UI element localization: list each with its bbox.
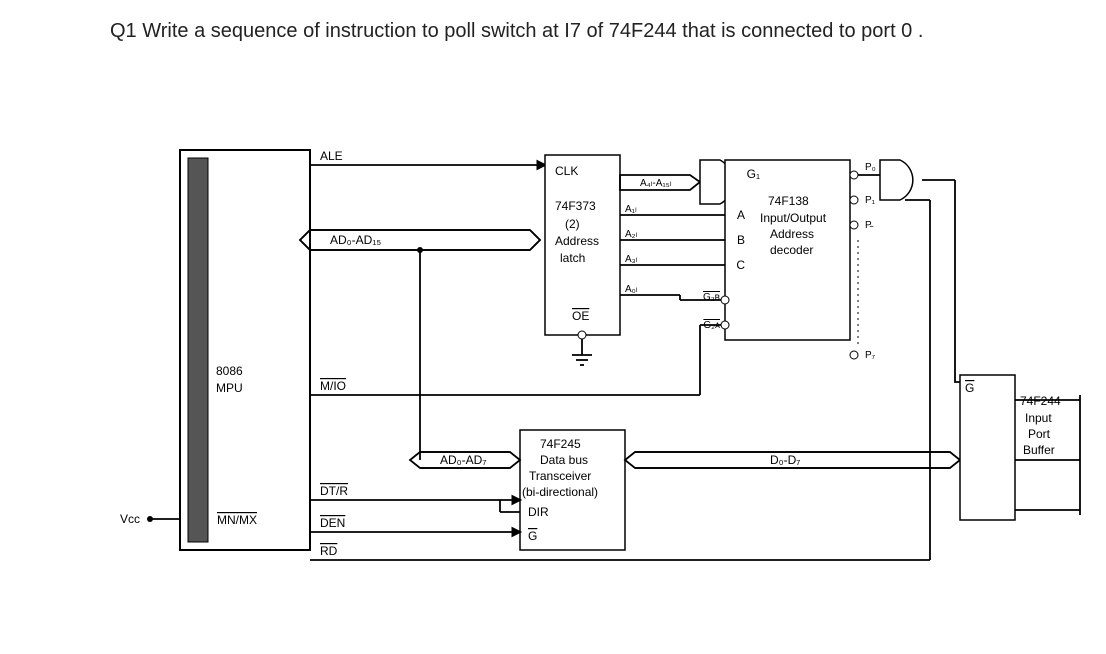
trx-name: 74F245 <box>540 437 581 451</box>
p0-label: P₀ <box>865 162 876 173</box>
dec-name: 74F138 <box>768 194 809 208</box>
buffer-block: G 74F244 Input Port Buffer <box>960 375 1080 520</box>
ad-lo-label: AD₀-AD₇ <box>440 453 486 467</box>
buf-g: G <box>965 381 974 395</box>
buf-desc2: Port <box>1028 427 1051 441</box>
transceiver-block: 74F245 Data bus Transceiver (bi-directio… <box>520 430 625 550</box>
p0-gate <box>858 160 960 382</box>
mnmx-label: MN/MX <box>217 513 257 527</box>
dec-b: B <box>737 233 745 247</box>
trx-desc1: Data bus <box>540 453 588 467</box>
rd-label: RD <box>320 544 338 558</box>
a1-label: A₁ₗ <box>625 204 637 215</box>
trx-g: G <box>528 529 537 543</box>
buf-desc1: Input <box>1025 411 1052 425</box>
mpu-label-2: MPU <box>216 381 243 395</box>
circuit-diagram: 8086 MPU Vcc MN/MX ALE AD₀-AD₁₅ <box>0 0 1106 654</box>
buf-name: 74F244 <box>1020 394 1061 408</box>
d-bus: D₀-D₇ <box>625 452 960 468</box>
latch-clk: CLK <box>555 164 578 178</box>
mio-wire: M/IO <box>310 325 721 395</box>
trx-desc3: (bi-directional) <box>522 485 598 499</box>
px-label: P̵ <box>865 220 874 231</box>
mpu-label-1: 8086 <box>216 364 243 378</box>
a3-label: A₃ₗ <box>625 254 638 265</box>
den-label: DEN <box>320 516 345 530</box>
latch-desc2: latch <box>560 251 585 265</box>
vcc-label: Vcc <box>120 512 140 526</box>
p7-label: P₇ <box>865 350 876 361</box>
d-bus-label: D₀-D₇ <box>770 453 800 467</box>
dec-c: C <box>736 258 745 272</box>
trx-desc2: Transceiver <box>529 469 591 483</box>
ad-lo-bus: AD₀-AD₇ <box>410 452 520 468</box>
ale-label: ALE <box>320 149 343 163</box>
latch-block: CLK 74F373 (2) Address latch OE <box>545 155 620 365</box>
trx-dir: DIR <box>528 505 549 519</box>
buf-desc3: Buffer <box>1023 443 1055 457</box>
dec-a: A <box>737 208 745 222</box>
latch-name: 74F373 <box>555 199 596 213</box>
dec-g1: G₁ <box>747 167 760 181</box>
dtr-label: DT/R <box>320 484 348 498</box>
mio-label: M/IO <box>320 379 346 393</box>
dec-desc1: Input/Output <box>760 211 827 225</box>
latch-oe: OE <box>572 309 589 323</box>
mpu-block: 8086 MPU <box>180 150 310 550</box>
latch-desc1: Address <box>555 234 599 248</box>
ad-hi-label: AD₀-AD₁₅ <box>330 233 381 247</box>
ale-wire: ALE <box>310 149 545 165</box>
p1-label: P₁ <box>865 195 876 206</box>
a2-label: A₂ₗ <box>625 229 638 240</box>
dec-desc2: Address <box>770 227 814 241</box>
dec-g2b: G₂ʙ <box>703 292 720 303</box>
a0-label: A₀ₗ <box>625 284 638 295</box>
dec-desc3: decoder <box>770 243 813 257</box>
latch-qty: (2) <box>565 217 580 231</box>
a-hi-label: A₄ₗ-A₁₅ₗ <box>640 178 672 189</box>
